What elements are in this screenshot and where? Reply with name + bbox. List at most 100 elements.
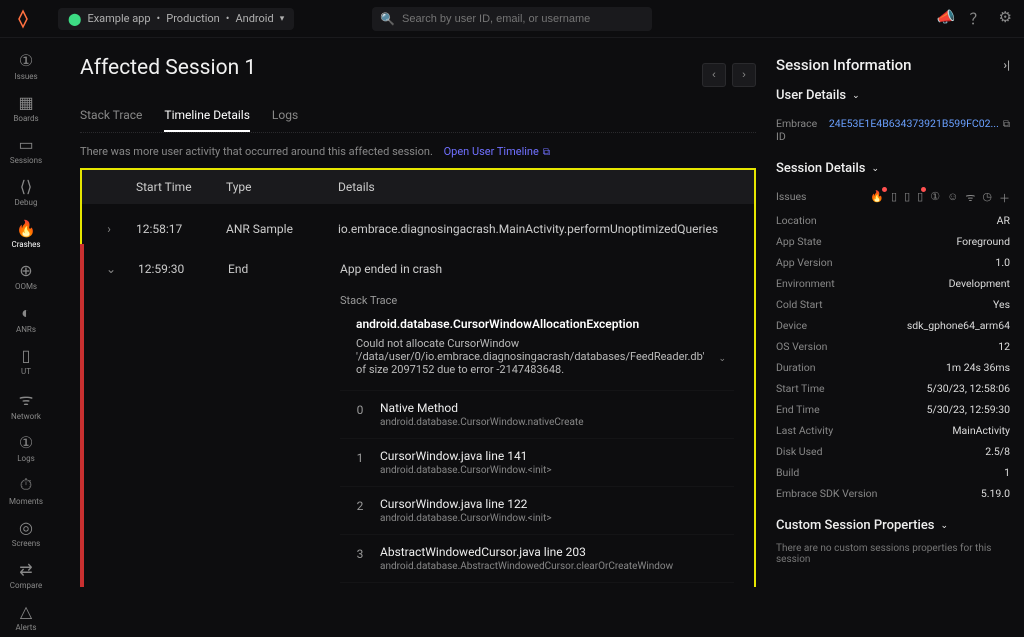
chevron-down-icon: ⌄: [852, 91, 860, 101]
expand-toggle[interactable]: ›: [82, 222, 136, 236]
clock-icon[interactable]: ◷: [982, 190, 992, 203]
session-pager: ‹ ›: [702, 63, 756, 87]
header-type: Type: [226, 180, 338, 194]
app-name: Example app: [87, 12, 150, 25]
app-dot: •: [157, 12, 161, 25]
sidebar-item-crashes[interactable]: 🔥Crashes: [0, 214, 52, 254]
stack-frame[interactable]: 3 AbstractWindowedCursor.java line 203an…: [340, 534, 734, 582]
stack-frame[interactable]: 1 CursorWindow.java line 141android.data…: [340, 438, 734, 486]
sidebar-item-alerts[interactable]: △Alerts: [0, 597, 52, 637]
chevron-down-icon: ⌄: [871, 164, 879, 174]
chevron-down-icon: ⌄: [940, 521, 948, 531]
header-start-time: Start Time: [136, 180, 226, 194]
sidebar-item-anrs[interactable]: ◐ANRs: [0, 298, 52, 339]
sidebar-item-screens[interactable]: ◎Screens: [0, 513, 52, 553]
network-icon: ᯤ: [19, 388, 34, 410]
stack-frame[interactable]: 0 Native Methodandroid.database.CursorWi…: [340, 390, 734, 438]
sidebar-item-logs[interactable]: ①Logs: [0, 428, 52, 468]
table-row: ⌄ 12:59:30 End App ended in crash Stack …: [80, 244, 754, 587]
android-icon: ⬤: [68, 12, 81, 26]
phone-icon[interactable]: ▯: [891, 190, 897, 203]
search-input[interactable]: [372, 7, 652, 31]
row-type: End: [228, 262, 340, 587]
custom-props-toggle[interactable]: Custom Session Properties ⌄: [776, 518, 1010, 533]
sidebar-item-compare[interactable]: ⇄Compare: [0, 555, 52, 595]
app-dot2: •: [226, 12, 230, 25]
ut-icon: ▯: [22, 346, 31, 365]
plus-icon[interactable]: ＋: [999, 192, 1010, 205]
phone-icon[interactable]: ▯: [904, 190, 910, 203]
embrace-logo[interactable]: [12, 8, 34, 30]
stack-frame[interactable]: 2 CursorWindow.java line 122android.data…: [340, 486, 734, 534]
debug-icon: ⟨⟩: [20, 177, 32, 196]
app-platform: Android: [235, 12, 273, 25]
help-icon[interactable]: ？: [970, 8, 985, 29]
issue-icons: 🔥 ▯ ▯ ▯ ① ☺ ᯤ ◷ ＋: [870, 190, 1010, 206]
sidebar: ①Issues ▦Boards ▭Sessions ⟨⟩Debug 🔥Crash…: [0, 38, 52, 587]
open-user-timeline-link[interactable]: Open User Timeline⧉: [444, 145, 550, 158]
table-header: Start Time Type Details: [82, 170, 754, 204]
next-session-button[interactable]: ›: [732, 63, 756, 87]
compare-icon: ⇄: [19, 560, 32, 579]
sidebar-item-issues[interactable]: ①Issues: [0, 46, 52, 86]
page-title: Affected Session 1: [80, 56, 256, 80]
session-info-panel: Session Information ›| User Details ⌄ Em…: [776, 56, 1024, 587]
logs-icon: ①: [19, 433, 33, 452]
sidebar-item-network[interactable]: ᯤNetwork: [0, 383, 52, 426]
embrace-id-value[interactable]: 24E53E1E4B634373921B599FC02...: [829, 117, 999, 130]
boards-icon: ▦: [18, 93, 33, 112]
sidebar-item-boards[interactable]: ▦Boards: [0, 88, 52, 128]
row-time: 12:59:30: [138, 262, 228, 587]
exception-title: android.database.CursorWindowAllocationE…: [356, 317, 734, 331]
row-details: io.embrace.diagnosingacrash.MainActivity…: [338, 222, 754, 236]
app-selector[interactable]: ⬤ Example app • Production • Android ▾: [58, 8, 294, 30]
embrace-id-label: Embrace ID: [776, 117, 829, 143]
stack-frame[interactable]: 4 SQLiteCursor.java line 139android.data…: [340, 582, 734, 587]
fire-icon[interactable]: 🔥: [870, 190, 884, 203]
external-link-icon: ⧉: [543, 147, 550, 158]
moments-icon: ⏱: [20, 475, 32, 495]
issues-label: Issues: [776, 190, 806, 206]
settings-icon[interactable]: ⚙: [999, 8, 1012, 29]
timeline-table-highlight: Start Time Type Details › 12:58:17 ANR S…: [80, 168, 756, 587]
face-icon[interactable]: ☺: [947, 190, 958, 203]
topbar-actions: 📣 ？ ⚙: [937, 8, 1012, 29]
tab-logs[interactable]: Logs: [272, 108, 298, 132]
header-details: Details: [338, 180, 754, 194]
top-bar: ⬤ Example app • Production • Android ▾ 🔍…: [0, 0, 1024, 38]
session-details-toggle[interactable]: Session Details ⌄: [776, 161, 1010, 176]
anrs-icon: ◐: [21, 303, 31, 323]
chevron-down-icon[interactable]: ⌄: [718, 354, 726, 364]
row-type: ANR Sample: [226, 222, 338, 236]
alerts-icon: △: [20, 602, 32, 621]
context-notice: There was more user activity that occurr…: [80, 145, 756, 158]
table-row: › 12:58:17 ANR Sample io.embrace.diagnos…: [82, 204, 754, 244]
collapse-panel-icon[interactable]: ›|: [1003, 58, 1010, 72]
stack-trace-label: Stack Trace: [340, 294, 734, 307]
sidebar-item-ut[interactable]: ▯UT: [0, 341, 52, 381]
tab-timeline-details[interactable]: Timeline Details: [164, 108, 250, 132]
exception-message: Could not allocate CursorWindow '/data/u…: [356, 337, 716, 376]
search-wrap: 🔍: [372, 7, 652, 31]
row-time: 12:58:17: [136, 222, 226, 236]
sidebar-item-sessions[interactable]: ▭Sessions: [0, 130, 52, 170]
panel-title: Session Information: [776, 56, 912, 74]
sidebar-item-debug[interactable]: ⟨⟩Debug: [0, 172, 52, 212]
content-tabs: Stack Trace Timeline Details Logs: [80, 108, 756, 133]
tab-stack-trace[interactable]: Stack Trace: [80, 108, 142, 132]
issues-icon: ①: [19, 51, 33, 70]
prev-session-button[interactable]: ‹: [702, 63, 726, 87]
announce-icon[interactable]: 📣: [937, 8, 956, 29]
search-icon: 🔍: [380, 12, 395, 26]
user-details-toggle[interactable]: User Details ⌄: [776, 88, 1010, 103]
row-details: App ended in crash Stack Trace android.d…: [340, 262, 754, 587]
wifi-icon[interactable]: ᯤ: [965, 191, 975, 204]
ooms-icon: ⊕: [19, 261, 32, 280]
custom-props-empty: There are no custom sessions properties …: [776, 543, 1010, 565]
sidebar-item-ooms[interactable]: ⊕OOMs: [0, 256, 52, 296]
collapse-toggle[interactable]: ⌄: [84, 262, 138, 587]
crashes-icon: 🔥: [16, 219, 36, 238]
exclaim-icon[interactable]: ①: [930, 190, 940, 203]
copy-icon[interactable]: ⧉: [1003, 119, 1010, 130]
sidebar-item-moments[interactable]: ⏱Moments: [0, 470, 52, 511]
